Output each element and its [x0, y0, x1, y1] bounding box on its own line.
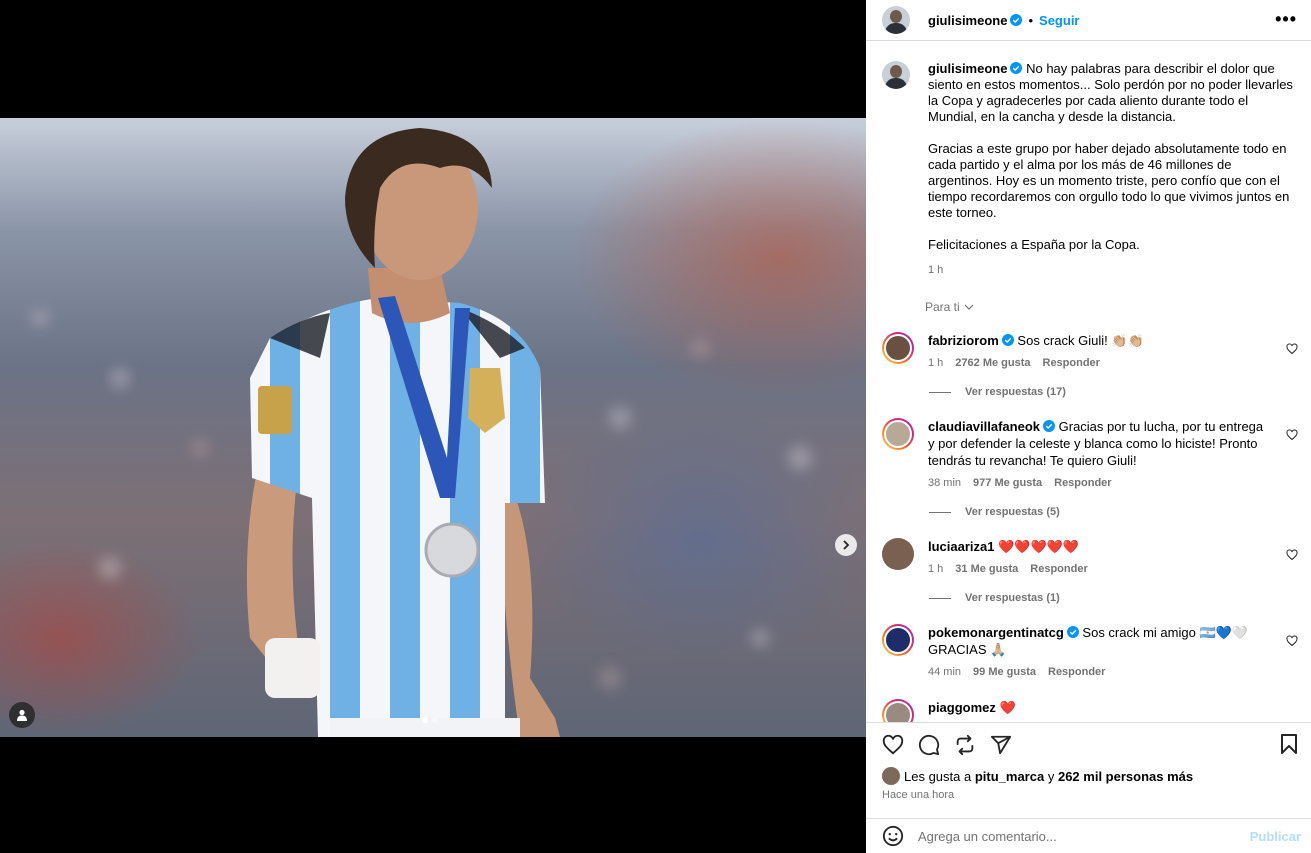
likes-prefix: Les gusta a — [904, 768, 972, 784]
post-age: Hace una hora — [882, 789, 955, 801]
liker-username[interactable]: pitu_marca — [975, 769, 1044, 784]
likes-summary[interactable]: Les gusta a pitu_marca y 262 mil persona… — [882, 767, 1295, 785]
post-side-panel: giulisimeone • Seguir ••• giulisimeone N… — [866, 0, 1311, 853]
author-avatar[interactable] — [882, 6, 910, 34]
comment-likes[interactable]: 99 Me gusta — [973, 664, 1036, 681]
comment-likes[interactable]: 2762 Me gusta — [955, 355, 1030, 372]
view-replies-button[interactable]: Ver respuestas (17) — [929, 386, 1311, 398]
user-icon — [17, 709, 27, 721]
likes-count[interactable]: 262 mil personas más — [1058, 769, 1193, 784]
carousel-indicator — [422, 717, 438, 723]
publish-button[interactable]: Publicar — [1250, 829, 1301, 844]
comment-item: fabriziorom Sos crack Giuli! 👏🏼👏🏼 1 h 27… — [866, 332, 1311, 372]
reply-button[interactable]: Responder — [1043, 355, 1100, 372]
comment-time: 1 h — [928, 357, 944, 369]
comment-time: 44 min — [928, 666, 962, 678]
view-replies-button[interactable]: Ver respuestas (5) — [929, 506, 1311, 518]
post-media — [0, 0, 866, 853]
liker-avatar — [882, 767, 900, 785]
more-options-icon[interactable]: ••• — [1275, 10, 1297, 28]
chevron-down-icon — [964, 304, 974, 310]
commenter-avatar[interactable] — [882, 538, 914, 570]
comment-item: luciaariza1 ❤️❤️❤️❤️❤️ 1 h 31 Me gusta R… — [866, 538, 1311, 578]
like-comment-heart-icon[interactable] — [1286, 635, 1298, 647]
post-photo — [0, 118, 866, 737]
verified-badge-icon — [1010, 62, 1023, 74]
follow-button[interactable]: Seguir — [1039, 13, 1079, 28]
separator-dot: • — [1028, 12, 1034, 28]
view-replies-label: Ver respuestas (5) — [965, 506, 1060, 518]
comment-text: ❤️❤️❤️❤️❤️ — [998, 539, 1080, 554]
like-comment-heart-icon[interactable] — [1286, 343, 1298, 355]
reply-button[interactable]: Responder — [1054, 475, 1111, 492]
carousel-dot — [422, 717, 428, 723]
commenter-avatar[interactable] — [882, 699, 914, 722]
view-replies-label: Ver respuestas (17) — [965, 386, 1066, 398]
verified-badge-icon — [1001, 334, 1014, 346]
post-actions: Les gusta a pitu_marca y 262 mil persona… — [866, 722, 1311, 818]
post-header: giulisimeone • Seguir ••• — [866, 0, 1311, 41]
comments-scroll-area[interactable]: giulisimeone No hay palabras para descri… — [866, 50, 1311, 722]
comment-likes[interactable]: 977 Me gusta — [973, 475, 1042, 492]
comment-time: 1 h — [928, 563, 944, 575]
likes-and: y — [1047, 768, 1055, 784]
view-replies-button[interactable]: Ver respuestas (1) — [929, 592, 1311, 604]
view-replies-label: Ver respuestas (1) — [965, 592, 1060, 604]
carousel-dot — [432, 717, 438, 723]
commenter-avatar[interactable] — [882, 418, 914, 450]
comment-item: piaggomez ❤️ — [866, 699, 1311, 722]
comment-likes[interactable]: 31 Me gusta — [955, 561, 1018, 578]
like-comment-heart-icon[interactable] — [1286, 549, 1298, 561]
chevron-right-icon — [843, 540, 850, 550]
comment-text: ❤️ — [999, 700, 1016, 715]
comment-icon[interactable] — [918, 734, 940, 756]
sort-label: Para ti — [925, 300, 960, 314]
comment-text: Sos crack Giuli! 👏🏼👏🏼 — [1017, 333, 1144, 348]
caption-username[interactable]: giulisimeone — [928, 61, 1007, 76]
caption-paragraph-3: Felicitaciones a España por la Copa. — [928, 237, 1140, 252]
emoji-icon[interactable] — [882, 825, 904, 847]
repost-icon[interactable] — [954, 734, 976, 756]
verified-badge-icon — [1066, 626, 1079, 638]
caption-author-avatar[interactable] — [882, 61, 910, 89]
next-media-button[interactable] — [835, 534, 857, 556]
commenter-username[interactable]: fabriziorom — [928, 333, 999, 348]
comment-item: claudiavillafaneok Gracias por tu lucha,… — [866, 418, 1311, 492]
bookmark-icon[interactable] — [1279, 733, 1299, 755]
commenter-avatar[interactable] — [882, 332, 914, 364]
player-illustration — [246, 128, 560, 737]
commenter-username[interactable]: pokemonargentinatcg — [928, 625, 1064, 640]
caption-timestamp: 1 h — [928, 264, 944, 276]
reply-button[interactable]: Responder — [1030, 561, 1087, 578]
comment-item: pokemonargentinatcg Sos crack mi amigo 🇦… — [866, 624, 1311, 681]
post-caption: giulisimeone No hay palabras para descri… — [866, 61, 1311, 278]
tagged-users-button[interactable] — [9, 702, 35, 728]
comment-time: 38 min — [928, 477, 962, 489]
comment-composer: Publicar — [866, 818, 1311, 853]
share-icon[interactable] — [990, 734, 1012, 756]
commenter-avatar[interactable] — [882, 624, 914, 656]
verified-badge-icon — [1010, 14, 1023, 26]
author-username[interactable]: giulisimeone — [928, 13, 1007, 28]
reply-button[interactable]: Responder — [1048, 664, 1105, 681]
comment-sort-dropdown[interactable]: Para ti — [925, 300, 1311, 314]
comment-input[interactable] — [918, 828, 1238, 844]
commenter-username[interactable]: luciaariza1 — [928, 539, 995, 554]
caption-paragraph-2: Gracias a este grupo por haber dejado ab… — [928, 141, 1290, 220]
like-heart-icon[interactable] — [882, 734, 904, 756]
commenter-username[interactable]: claudiavillafaneok — [928, 419, 1040, 434]
commenter-username[interactable]: piaggomez — [928, 700, 996, 715]
verified-badge-icon — [1043, 420, 1055, 432]
like-comment-heart-icon[interactable] — [1286, 429, 1298, 441]
